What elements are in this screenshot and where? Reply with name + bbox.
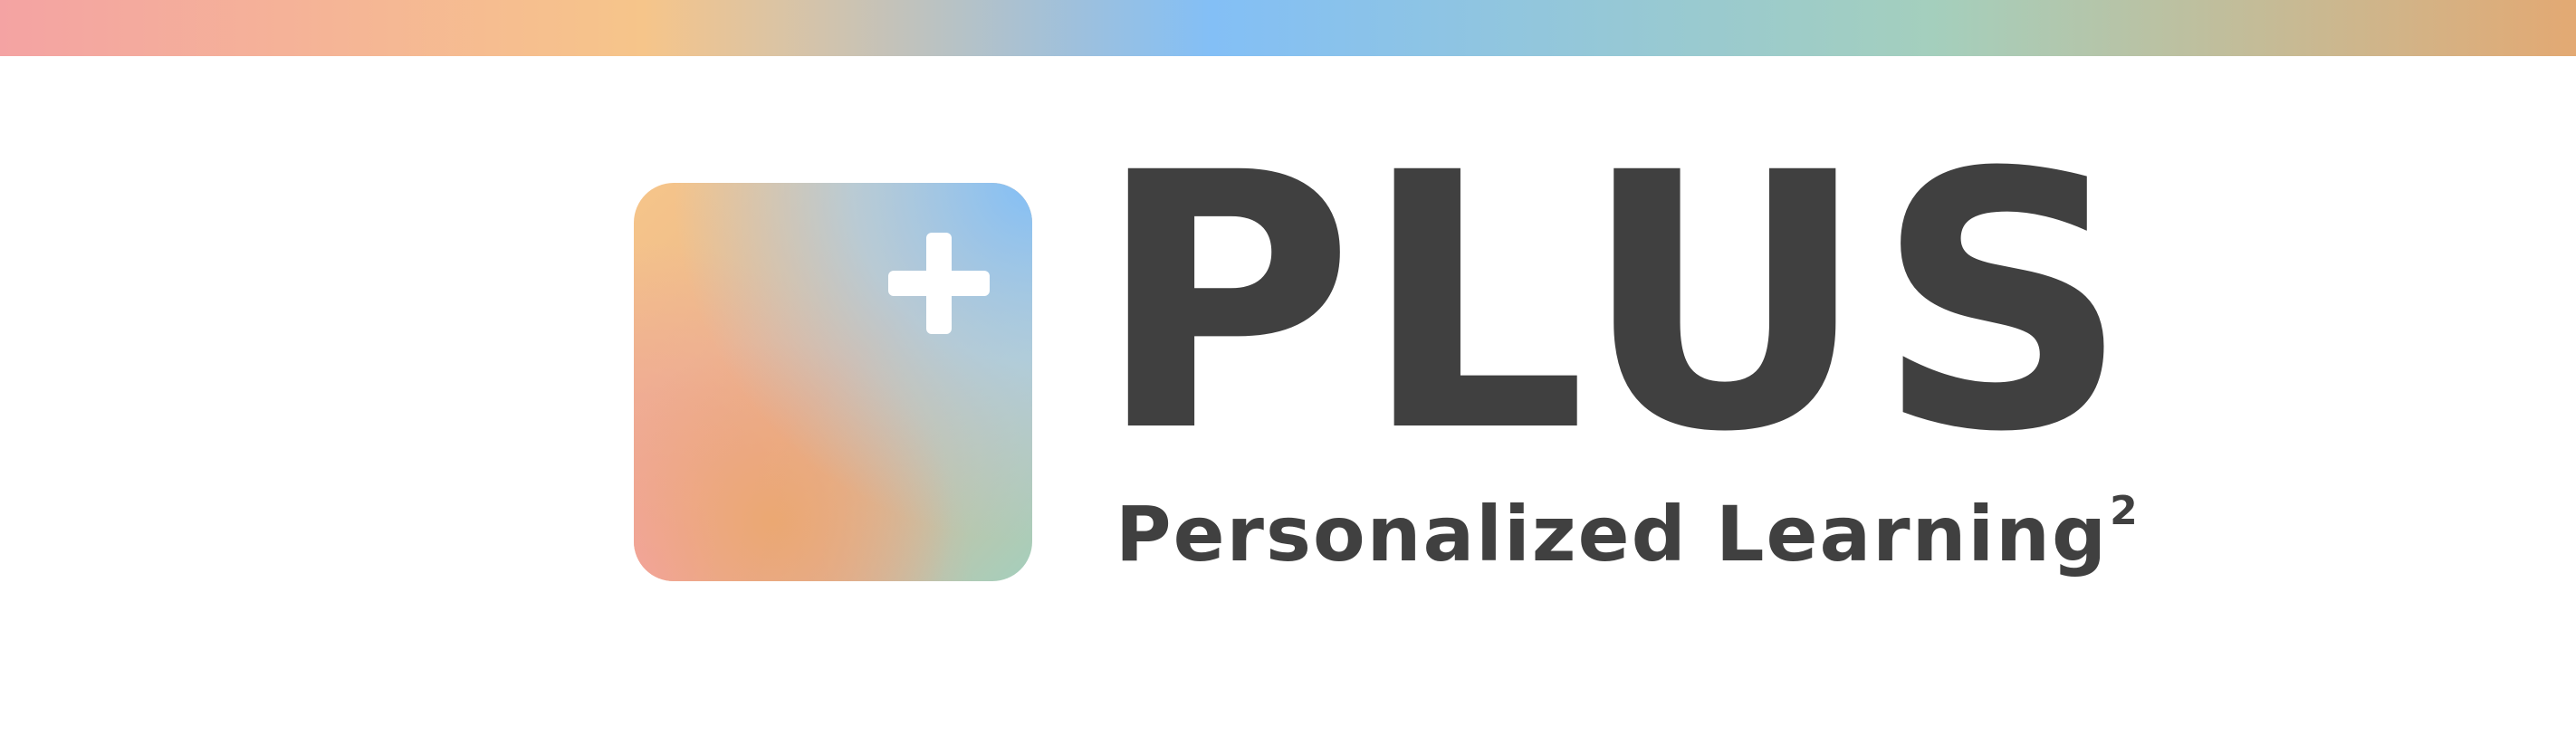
tagline-text: Personalized Learning [1116, 490, 2109, 578]
tagline-superscript: 2 [2110, 488, 2140, 534]
plus-logo-icon [634, 183, 1032, 581]
brand-wordmark: PLUS [1096, 98, 2138, 509]
brand-tagline: Personalized Learning2 [1116, 492, 2140, 573]
gradient-banner-stripe [0, 0, 2576, 56]
